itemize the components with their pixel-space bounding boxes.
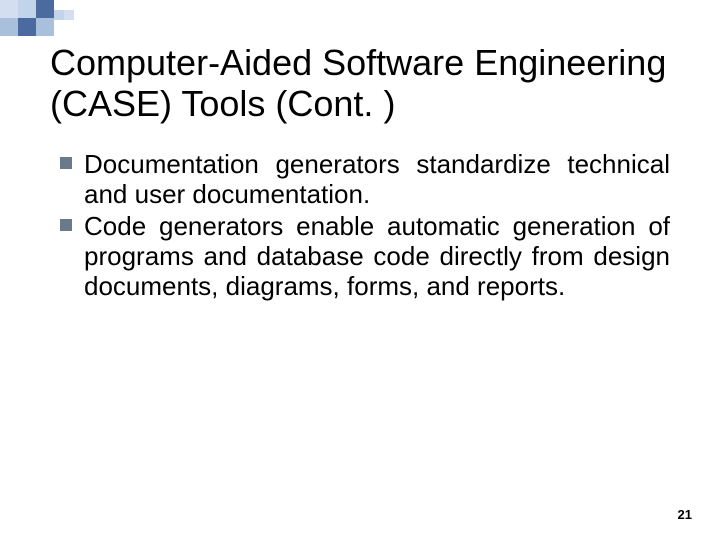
bullet-item: Documentation generators standardize tec…: [60, 150, 670, 210]
deco-square: [18, 18, 36, 36]
page-number: 21: [678, 507, 692, 522]
deco-square: [0, 0, 18, 18]
bullet-text: Documentation generators standardize tec…: [84, 149, 670, 209]
deco-square: [64, 10, 74, 20]
deco-square: [36, 18, 54, 36]
deco-square: [18, 0, 36, 18]
deco-square: [54, 10, 64, 20]
bullet-text: Code generators enable automatic generat…: [84, 211, 670, 301]
bullet-item: Code generators enable automatic generat…: [60, 212, 670, 302]
deco-square: [36, 0, 54, 18]
slide-body: Documentation generators standardize tec…: [60, 150, 670, 303]
slide-title: Computer-Aided Software Engineering (CAS…: [50, 42, 680, 125]
bullet-icon: [60, 157, 72, 169]
deco-square: [0, 18, 18, 36]
bullet-icon: [60, 219, 72, 231]
corner-decoration: [0, 0, 90, 35]
